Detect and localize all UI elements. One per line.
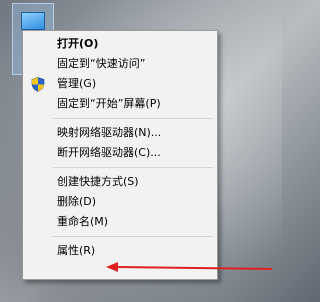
red-arrow-annotation <box>106 262 273 272</box>
menu-item-map-network-drive[interactable]: 映射网络驱动器(N)... <box>23 123 217 143</box>
menu-item-manage-label: 管理(G) <box>57 77 97 90</box>
menu-separator <box>53 118 213 119</box>
menu-item-create-shortcut[interactable]: 创建快捷方式(S) <box>23 172 217 192</box>
menu-separator <box>53 236 213 237</box>
menu-item-disconnect-network-drive[interactable]: 断开网络驱动器(C)... <box>23 143 217 163</box>
menu-separator <box>53 167 213 168</box>
monitor-icon <box>21 12 45 30</box>
menu-item-pin-quick-access[interactable]: 固定到“快速访问” <box>23 54 217 74</box>
menu-item-delete[interactable]: 删除(D) <box>23 192 217 212</box>
menu-item-open[interactable]: 打开(O) <box>23 34 217 54</box>
menu-item-manage[interactable]: 管理(G) <box>23 74 217 94</box>
context-menu: 打开(O) 固定到“快速访问” 管理(G) 固定到“开始”屏幕(P) 映射网络驱… <box>22 30 218 280</box>
menu-item-pin-start[interactable]: 固定到“开始”屏幕(P) <box>23 94 217 114</box>
uac-shield-icon <box>31 77 45 92</box>
menu-item-rename[interactable]: 重命名(M) <box>23 212 217 232</box>
